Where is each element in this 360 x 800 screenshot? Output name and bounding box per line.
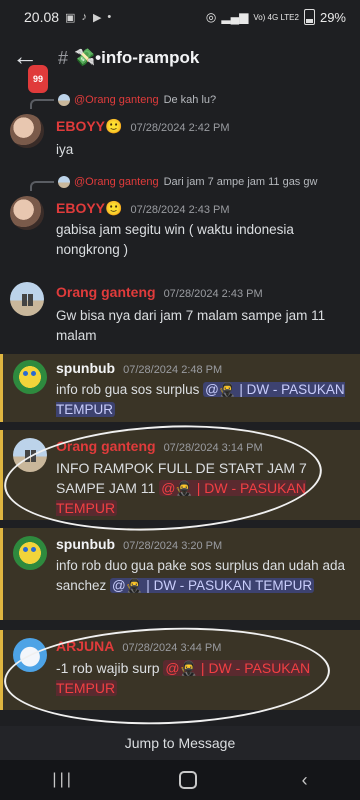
reply-author: @Orang ganteng [74, 94, 159, 106]
reply-text: De kah lu? [163, 94, 217, 106]
reply-text: Dari jam 7 ampe jam 11 gas gw [163, 176, 318, 188]
message-text: iya [56, 142, 74, 157]
author-name[interactable]: ARJUNA 07/28/2024 3:44 PM [56, 638, 221, 654]
avatar [58, 176, 70, 188]
message-text: info rob gua sos surplus @🥷 | DW - PASUK… [56, 382, 345, 417]
role-mention[interactable]: @🥷 | DW - PASUKAN TEMPUR [110, 578, 315, 593]
timestamp: 07/28/2024 3:14 PM [163, 442, 263, 454]
timestamp: 07/28/2024 2:48 PM [123, 364, 223, 376]
avatar [58, 94, 70, 106]
author-name[interactable]: spunbub 07/28/2024 3:20 PM [56, 536, 222, 552]
timestamp: 07/28/2024 2:42 PM [130, 122, 230, 134]
gallery-icon: ▣ [65, 11, 76, 24]
author-name[interactable]: EBOYY🙂 07/28/2024 2:43 PM [56, 200, 230, 217]
dot-icon: • [107, 11, 112, 23]
network-label: Vo) 4G LTE2 [253, 12, 299, 22]
message-item[interactable]: @Orang ganteng Dari jam 7 ampe jam 11 ga… [0, 172, 360, 272]
signal-icon: ▂▄▆ [221, 10, 249, 24]
author-name[interactable]: Orang ganteng 07/28/2024 3:14 PM [56, 438, 263, 454]
message-item[interactable]: ARJUNA 07/28/2024 3:44 PM -1 rob wajib su… [0, 630, 360, 710]
back-button[interactable]: ← 99 [12, 43, 51, 95]
battery-level: 29% [319, 9, 346, 25]
message-item[interactable]: spunbub 07/28/2024 3:20 PM info rob duo g… [0, 528, 360, 620]
system-nav-bar: ||| ‹ [0, 760, 360, 800]
timestamp: 07/28/2024 3:44 PM [122, 642, 222, 654]
author-name[interactable]: Orang ganteng 07/28/2024 2:43 PM [56, 284, 263, 300]
author-name[interactable]: spunbub 07/28/2024 2:48 PM [56, 360, 222, 376]
reply-preview[interactable]: @Orang ganteng De kah lu? [30, 92, 217, 109]
home-icon[interactable] [178, 771, 197, 789]
avatar[interactable] [10, 114, 44, 148]
status-time: 20.08 [24, 9, 60, 25]
message-text: INFO RAMPOK FULL DE START JAM 7 SAMPE JA… [56, 460, 307, 516]
avatar[interactable] [13, 360, 47, 394]
message-item[interactable]: Orang ganteng 07/28/2024 2:43 PM Gw bisa … [0, 274, 360, 356]
timestamp: 07/28/2024 2:43 PM [130, 204, 230, 216]
avatar[interactable] [10, 282, 44, 316]
recents-icon[interactable]: ||| [52, 771, 73, 789]
avatar[interactable] [13, 638, 47, 672]
avatar[interactable] [13, 536, 47, 570]
avatar[interactable] [13, 438, 47, 472]
channel-hash-icon: # [58, 47, 69, 68]
avatar[interactable] [10, 196, 44, 230]
status-bar: 20.08 ▣ ♪ ▶ • ◎ ▂▄▆ Vo) 4G LTE2 29% [0, 0, 360, 34]
message-item[interactable]: spunbub 07/28/2024 2:48 PM info rob gua s… [0, 354, 360, 422]
jump-to-message-button[interactable]: Jump to Message [0, 726, 360, 760]
timestamp: 07/28/2024 2:43 PM [163, 288, 263, 300]
message-item[interactable]: @Orang ganteng De kah lu? EBOYY🙂 07/28/20… [0, 90, 360, 170]
message-text: info rob duo gua pake sos surplus dan ud… [56, 558, 345, 593]
battery-icon [303, 9, 315, 25]
hotspot-icon: ◎ [205, 10, 217, 24]
channel-title[interactable]: 💸•info-rampok [74, 48, 199, 68]
message-text: -1 rob wajib surp @🥷 | DW - PASUKAN TEMP… [56, 660, 311, 696]
message-text: Gw bisa nya dari jam 7 malam sampe jam 1… [56, 308, 326, 343]
channel-header: ← 99 # 💸•info-rampok [0, 34, 360, 95]
youtube-icon: ▶ [92, 11, 102, 24]
message-item[interactable]: Orang ganteng 07/28/2024 3:14 PM INFO RAM… [0, 430, 360, 520]
author-name[interactable]: EBOYY🙂 07/28/2024 2:42 PM [56, 118, 230, 135]
reply-author: @Orang ganteng [74, 176, 159, 188]
timestamp: 07/28/2024 3:20 PM [123, 540, 223, 552]
system-back-icon[interactable]: ‹ [302, 770, 308, 791]
message-feed[interactable]: @Orang ganteng De kah lu? EBOYY🙂 07/28/20… [0, 84, 360, 730]
message-text: gabisa jam segitu win ( waktu indonesia … [56, 222, 294, 257]
tiktok-icon: ♪ [81, 11, 87, 23]
reply-preview[interactable]: @Orang ganteng Dari jam 7 ampe jam 11 ga… [30, 174, 318, 191]
